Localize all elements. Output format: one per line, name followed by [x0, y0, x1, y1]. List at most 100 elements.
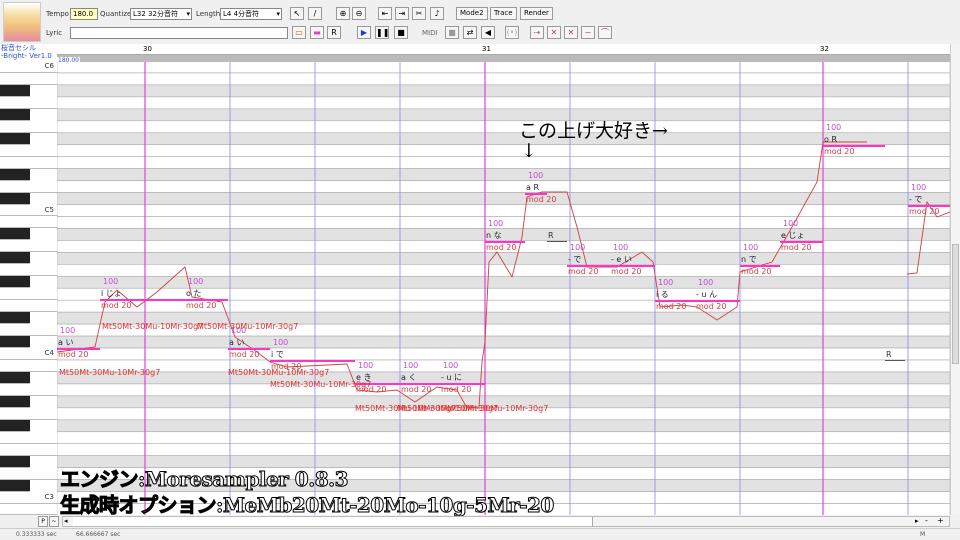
select-tool-icon[interactable]: ↖ — [290, 7, 304, 20]
note[interactable]: 100 - u に mod 20 — [440, 362, 485, 396]
p-button[interactable]: P — [38, 516, 48, 527]
measure-ruler[interactable]: 30 31 32 — [57, 44, 950, 55]
black-key[interactable] — [0, 312, 30, 325]
white-key[interactable] — [0, 407, 57, 420]
white-key[interactable] — [0, 120, 57, 133]
scroll-right-icon[interactable]: ▸ — [915, 517, 919, 525]
note[interactable]: 100 - で mod 20 — [908, 184, 950, 218]
note[interactable]: 100 e き mod 20 — [355, 362, 400, 396]
add-pink-note-icon[interactable]: ▬ — [310, 26, 324, 39]
play-icon[interactable]: ▶ — [357, 26, 371, 39]
plugin3-icon[interactable]: ✕ — [564, 26, 578, 39]
white-key[interactable] — [0, 503, 57, 515]
plugin2-icon[interactable]: ✕ — [547, 26, 561, 39]
plugin5-icon[interactable]: ⌒ — [598, 26, 612, 39]
white-key[interactable] — [0, 264, 57, 277]
white-key[interactable] — [0, 288, 57, 301]
trace-button[interactable]: Trace — [490, 7, 517, 20]
mode2-button[interactable]: Mode2 — [456, 7, 488, 20]
voicebank-info[interactable]: 桜音セシル -Bright- Ver1.0 — [0, 44, 57, 62]
white-key[interactable] — [0, 443, 57, 456]
note[interactable]: 100 - で mod 20 — [567, 244, 610, 278]
note[interactable]: 100 a R mod 20 — [525, 172, 557, 206]
note[interactable]: 100 i る mod 20 — [655, 279, 695, 313]
note[interactable]: 100 - u ん mod 20 — [695, 279, 740, 313]
black-key[interactable] — [0, 371, 30, 384]
white-key[interactable] — [0, 96, 57, 109]
white-key[interactable] — [0, 156, 57, 169]
plugin1-icon[interactable]: ⇢ — [530, 26, 544, 39]
piano-keyboard[interactable]: C6 C5 C4 C3 — [0, 62, 57, 515]
white-key[interactable] — [0, 431, 57, 444]
record-icon[interactable]: ■ — [445, 26, 459, 39]
white-key[interactable] — [0, 180, 57, 193]
white-key[interactable] — [0, 216, 57, 229]
go-start-icon[interactable]: ⇤ — [378, 7, 392, 20]
piano-roll[interactable]: 100 a い mod 20 100 i じょ mod 20 100 o た mod 20 100… — [57, 62, 950, 515]
zoom-minus-icon[interactable]: - — [925, 516, 928, 525]
note[interactable]: 100 n な mod 20 — [485, 220, 525, 254]
insert-icon[interactable]: ♪ — [430, 7, 444, 20]
white-key[interactable] — [0, 383, 57, 396]
add-note-icon[interactable]: ▭ — [292, 26, 306, 39]
loop-icon[interactable]: ⇄ — [463, 26, 477, 39]
plugin4-icon[interactable]: ~ — [581, 26, 595, 39]
note[interactable]: 100 o た mod 20 — [185, 278, 228, 312]
white-key[interactable] — [0, 240, 57, 253]
quantize-select[interactable]: L32 32分音符 ▾ — [130, 8, 192, 20]
note[interactable]: 100 o R mod 20 — [823, 124, 885, 158]
zoom-out-icon[interactable]: ⊖ — [352, 7, 366, 20]
render-button[interactable]: Render — [520, 7, 553, 20]
stop-icon[interactable]: ■ — [394, 26, 408, 39]
black-key[interactable] — [0, 108, 30, 121]
tempo-bar[interactable]: 180.00 — [57, 55, 950, 64]
add-rest-icon[interactable]: R — [327, 26, 341, 39]
rest-note[interactable]: R — [885, 339, 905, 373]
voicebank-avatar[interactable] — [3, 2, 41, 42]
length-select[interactable]: L4 4分音符 ▾ — [220, 8, 282, 20]
vertical-scrollbar[interactable] — [950, 44, 960, 515]
black-key[interactable] — [0, 455, 30, 468]
go-end-icon[interactable]: ⇥ — [395, 7, 409, 20]
white-key[interactable] — [0, 360, 57, 372]
white-key[interactable] — [0, 467, 57, 480]
black-key[interactable] — [0, 252, 30, 265]
note[interactable]: 100 - e い mod 20 — [610, 244, 655, 278]
black-key[interactable] — [0, 168, 30, 181]
white-key[interactable] — [0, 300, 57, 313]
zoom-in-icon[interactable]: ⊕ — [336, 7, 350, 20]
rest-note[interactable]: R — [547, 220, 567, 254]
pencil-tool-icon[interactable]: / — [308, 7, 322, 20]
black-key[interactable] — [0, 132, 30, 145]
white-key[interactable] — [0, 72, 57, 85]
midi-link-icon[interactable]: (•) — [505, 26, 519, 39]
black-key[interactable] — [0, 479, 30, 492]
zoom-plus-icon[interactable]: + — [937, 516, 944, 525]
black-key[interactable] — [0, 336, 30, 349]
pause-icon[interactable]: ❚❚ — [375, 26, 389, 39]
scroll-left-icon[interactable]: ◂ — [64, 517, 68, 525]
note[interactable]: 100 i じょ mod 20 — [100, 278, 185, 312]
note[interactable]: 100 a く mod 20 — [400, 362, 440, 396]
black-key[interactable] — [0, 395, 30, 408]
scroll-thumb[interactable] — [952, 244, 959, 364]
black-key[interactable] — [0, 84, 30, 97]
horizontal-scrollbar[interactable]: ◂ ▸ - + — [62, 516, 950, 527]
tempo-input[interactable]: 180.0 — [70, 8, 98, 20]
scroll-thumb[interactable] — [73, 517, 593, 526]
white-key[interactable] — [0, 144, 57, 157]
note-lyric: o R — [824, 135, 837, 144]
note[interactable]: 100 e じょ mod 20 — [780, 220, 823, 254]
black-key[interactable] — [0, 419, 30, 432]
pitch-toggle-icon[interactable]: ~ — [49, 516, 59, 527]
black-key[interactable] — [0, 192, 30, 205]
note[interactable]: 100 a い mod 20 — [57, 327, 100, 361]
black-key[interactable] — [0, 276, 30, 289]
lyric-input[interactable] — [70, 27, 288, 39]
white-key[interactable] — [0, 324, 57, 337]
note[interactable]: 100 n で mod 20 — [740, 244, 780, 278]
note[interactable]: 100 a い mod 20 — [228, 327, 270, 361]
black-key[interactable] — [0, 228, 30, 241]
split-icon[interactable]: ✂ — [412, 7, 426, 20]
speaker-icon[interactable]: ◀ — [481, 26, 495, 39]
